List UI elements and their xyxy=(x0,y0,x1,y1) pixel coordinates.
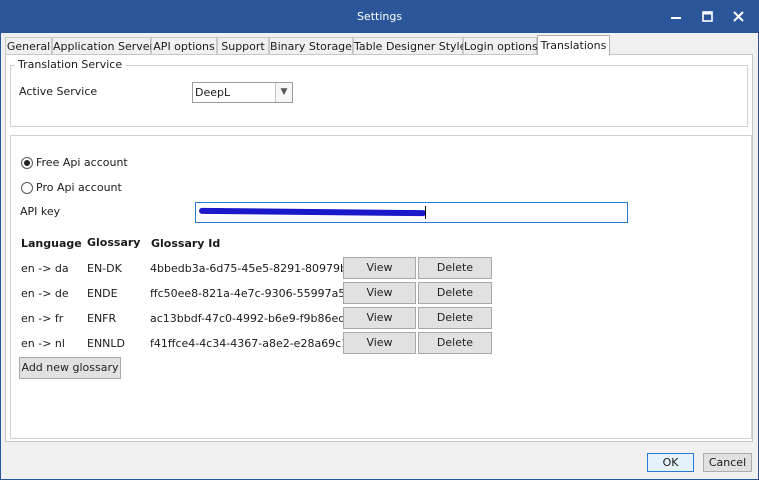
active-service-label: Active Service xyxy=(19,85,98,98)
maximize-button[interactable] xyxy=(691,0,723,33)
text-caret xyxy=(425,206,426,219)
delete-button[interactable]: Delete xyxy=(418,332,492,354)
chevron-down-icon[interactable]: ▼ xyxy=(275,83,292,102)
maximize-icon xyxy=(701,11,713,22)
view-button[interactable]: View xyxy=(343,257,416,279)
row-glossary: EN-DK xyxy=(87,262,122,275)
row-language: en -> de xyxy=(21,287,69,300)
header-language: Language xyxy=(21,237,82,250)
tab-binary-storage[interactable]: Binary Storage xyxy=(269,37,353,54)
ok-button[interactable]: OK xyxy=(647,453,694,472)
active-service-select[interactable]: DeepL ▼ xyxy=(192,82,293,103)
row-glossary-id: ac13bbdf-47c0-4992-b6e9-f9b86ed0 xyxy=(150,312,353,325)
row-language: en -> da xyxy=(21,262,69,275)
tab-translations[interactable]: Translations xyxy=(537,35,610,55)
window-title: Settings xyxy=(356,10,403,23)
row-glossary: ENFR xyxy=(87,312,117,325)
close-icon xyxy=(732,11,744,22)
translations-tab-page: Translation Service Active Service DeepL… xyxy=(5,54,753,442)
api-key-input[interactable] xyxy=(195,202,628,223)
translation-service-group: Translation Service xyxy=(10,58,748,127)
add-new-glossary-button[interactable]: Add new glossary xyxy=(19,357,121,379)
header-glossary-id: Glossary Id xyxy=(151,237,221,250)
view-button[interactable]: View xyxy=(343,332,416,354)
delete-button[interactable]: Delete xyxy=(418,257,492,279)
translation-service-group-title: Translation Service xyxy=(15,58,126,71)
header-glossary: Glossary xyxy=(87,236,141,249)
minimize-button[interactable] xyxy=(660,0,692,33)
row-glossary-id: 4bbedb3a-6d75-45e5-8291-80979b7 xyxy=(150,262,355,275)
title-bar: Settings xyxy=(0,0,759,33)
view-button[interactable]: View xyxy=(343,307,416,329)
tab-application-server[interactable]: Application Server xyxy=(52,37,154,54)
dialog-body: General Application Server API options S… xyxy=(0,33,759,480)
free-api-label[interactable]: Free Api account xyxy=(36,156,128,169)
delete-button[interactable]: Delete xyxy=(418,307,492,329)
tab-general[interactable]: General xyxy=(5,37,52,54)
tab-support[interactable]: Support xyxy=(217,37,269,54)
row-language: en -> fr xyxy=(21,312,64,325)
pro-api-radio[interactable] xyxy=(21,182,33,194)
row-glossary-id: ffc50ee8-821a-4e7c-9306-55997a55 xyxy=(150,287,353,300)
pro-api-label[interactable]: Pro Api account xyxy=(36,181,122,194)
delete-button[interactable]: Delete xyxy=(418,282,492,304)
cancel-button[interactable]: Cancel xyxy=(703,453,752,472)
tab-table-designer-style[interactable]: Table Designer Style xyxy=(353,37,466,54)
minimize-icon xyxy=(671,16,681,19)
row-language: en -> nl xyxy=(21,337,65,350)
active-service-value: DeepL xyxy=(195,86,231,99)
row-glossary: ENDE xyxy=(87,287,118,300)
redaction-mark xyxy=(198,207,427,217)
tab-login-options[interactable]: Login options xyxy=(463,37,538,54)
api-key-label: API key xyxy=(20,205,61,218)
close-button[interactable] xyxy=(722,0,754,33)
free-api-radio[interactable] xyxy=(21,157,33,169)
row-glossary-id: f41ffce4-4c34-4367-a8e2-e28a69c18 xyxy=(150,337,356,350)
row-glossary: ENNLD xyxy=(87,337,126,350)
view-button[interactable]: View xyxy=(343,282,416,304)
tab-api-options[interactable]: API options xyxy=(151,37,217,54)
